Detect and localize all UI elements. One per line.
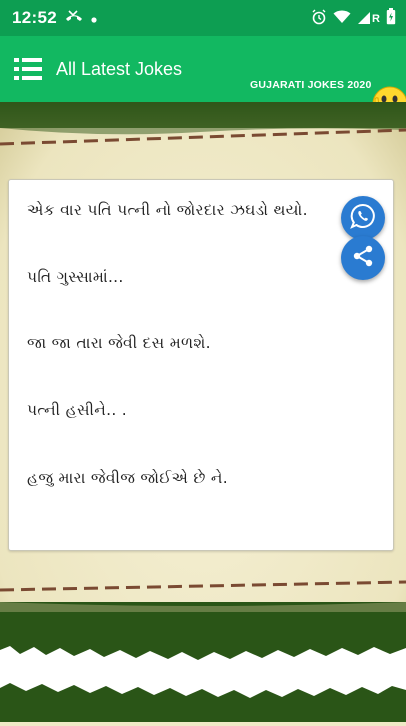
menu-icon[interactable] xyxy=(14,58,42,80)
battery-icon xyxy=(386,8,396,28)
app-title: All Latest Jokes xyxy=(56,59,183,79)
whatsapp-icon xyxy=(350,203,376,233)
brand-label: GUJARATI JOKES 2020 xyxy=(250,79,372,91)
joke-line-2: પતિ ગુસ્સામાં... xyxy=(27,268,124,286)
whatsapp-share-button[interactable] xyxy=(341,196,385,240)
share-icon xyxy=(351,244,375,272)
status-bar: 12:52 R xyxy=(0,0,406,36)
notification-dot-icon xyxy=(91,10,97,27)
app-bar: All Latest Jokes GUJARATI JOKES 2020 xyxy=(0,36,406,122)
wifi-icon xyxy=(333,10,351,27)
joke-line-3: જા જા તારા જેવી દસ મળશે. xyxy=(27,334,211,352)
joke-card: એક વાર પતિ પત્ની નો જોરદાર ઝઘડો થયો. પતિ… xyxy=(8,179,394,551)
share-button[interactable] xyxy=(341,236,385,280)
status-time: 12:52 xyxy=(12,8,57,27)
missed-call-icon xyxy=(65,9,83,27)
network-label: R xyxy=(372,13,380,25)
joke-line-5: હજુ મારા જેવીજ જોઈએ છે ને. xyxy=(27,469,228,487)
joke-line-4: પત્ની હસીને.. . xyxy=(27,401,128,419)
joke-line-1: એક વાર પતિ પત્ની નો જોરદાર ઝઘડો થયો. xyxy=(27,201,308,219)
signal-icon: R xyxy=(357,11,380,25)
alarm-icon xyxy=(311,9,327,28)
